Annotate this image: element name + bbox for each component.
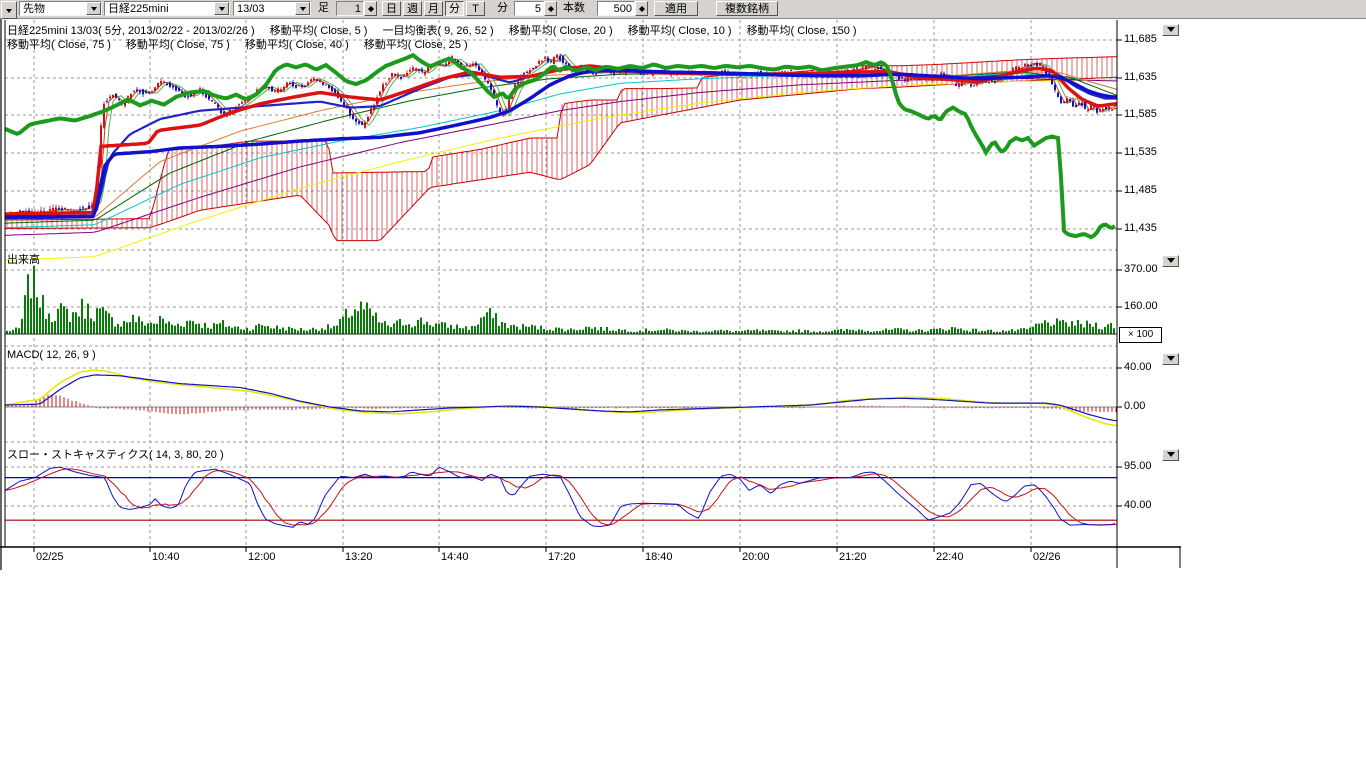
apply-button[interactable]: 適用 <box>654 1 698 16</box>
axis-tick-label: 370.00 <box>1124 263 1158 275</box>
macd-pane-label: MACD( 12, 26, 9 ) <box>7 349 96 361</box>
time-tick-label: 02/25 <box>36 551 64 563</box>
axis-tick-label: 11,635 <box>1124 71 1157 83</box>
axes-layer <box>0 18 1181 570</box>
time-tick-label: 18:40 <box>645 551 673 563</box>
overlay-index-line <box>5 55 1115 237</box>
spin-down-icon <box>368 9 374 15</box>
interval-field[interactable]: 5 <box>514 1 544 16</box>
period-button-月[interactable]: 月 <box>424 1 443 16</box>
legend-item: 移動平均( Close, 20 ) <box>509 22 613 38</box>
macd-pane <box>5 370 1117 425</box>
time-tick-label: 14:40 <box>441 551 469 563</box>
time-tick-label: 02/26 <box>1033 551 1061 563</box>
period-button-分[interactable]: 分 <box>445 1 464 16</box>
time-tick-label: 22:40 <box>936 551 964 563</box>
axis-tick-label: 40.00 <box>1124 499 1152 511</box>
combo-arrow-button[interactable] <box>86 2 101 15</box>
legend-item: 移動平均( Close, 10 ) <box>628 22 732 38</box>
time-tick-label: 17:20 <box>548 551 576 563</box>
axis-tick-label: 40.00 <box>1124 361 1152 373</box>
legend-item: 移動平均( Close, 150 ) <box>747 22 857 38</box>
interval-unit-label: 分 <box>497 1 508 16</box>
thin-ma-layer <box>5 54 1117 260</box>
combo-arrow-button[interactable] <box>214 2 229 15</box>
chevron-down-icon <box>91 7 97 14</box>
period-button-日[interactable]: 日 <box>382 1 401 16</box>
count-spinner[interactable] <box>635 1 648 16</box>
toolbar: 先物 日経225mini 13/03 足 1 日週月分T 分 5 本数 500 … <box>0 0 1366 19</box>
axis-tick-label: 160.00 <box>1124 300 1158 312</box>
chevron-down-icon <box>1167 356 1175 365</box>
macd-pane-menu-button[interactable] <box>1162 353 1179 365</box>
legend-item: 移動平均( Close, 75 ) <box>7 36 111 52</box>
bar-count-spinner[interactable] <box>364 1 377 16</box>
stoch-pane-menu-button[interactable] <box>1162 449 1179 461</box>
axis-tick-label: 11,485 <box>1124 184 1157 196</box>
period-button-T[interactable]: T <box>466 1 485 16</box>
multi-symbol-button[interactable]: 複数銘柄 <box>716 1 778 16</box>
legend-row-2: 移動平均( Close, 75 ) 移動平均( Close, 75 ) 移動平均( … <box>7 36 468 52</box>
chevron-down-icon <box>6 9 12 16</box>
main-pane-menu-button[interactable] <box>1162 24 1179 36</box>
time-tick-label: 21:20 <box>839 551 867 563</box>
legend-item: 移動平均( Close, 25 ) <box>364 36 468 52</box>
axis-tick-label: 95.00 <box>1124 460 1152 472</box>
contract-month-value: 13/03 <box>234 3 295 15</box>
time-tick-label: 10:40 <box>152 551 180 563</box>
category-value: 先物 <box>20 3 86 15</box>
symbol-combobox[interactable]: 日経225mini <box>104 1 230 16</box>
combo-arrow-button[interactable] <box>295 2 310 15</box>
contract-month-combobox[interactable]: 13/03 <box>233 1 311 16</box>
axis-tick-label: 11,535 <box>1124 146 1157 158</box>
volume-multiplier-box: × 100 <box>1119 327 1162 343</box>
chart-plot[interactable] <box>0 18 1190 578</box>
axis-tick-label: 11,685 <box>1124 33 1157 45</box>
volume-pane-label: 出来高 <box>7 251 40 267</box>
category-combobox[interactable]: 先物 <box>19 1 102 16</box>
stoch-k-line <box>5 467 1115 527</box>
period-button-週[interactable]: 週 <box>403 1 422 16</box>
volume-bars <box>5 266 1117 334</box>
spin-down-icon <box>639 9 645 15</box>
bar-count-field: 1 <box>336 1 364 16</box>
symbol-value: 日経225mini <box>105 3 214 15</box>
spin-down-icon <box>548 9 554 15</box>
chevron-down-icon <box>300 7 306 14</box>
chevron-down-icon <box>219 7 225 14</box>
chevron-down-icon <box>1167 452 1175 461</box>
chevron-down-icon <box>1167 27 1175 36</box>
interval-spinner[interactable] <box>544 1 557 16</box>
axis-tick-label: 11,585 <box>1124 108 1157 120</box>
chart-area: 日経225mini 13/03( 5分, 2013/02/22 - 2013/0… <box>0 18 1190 578</box>
count-field[interactable]: 500 <box>597 1 635 16</box>
time-tick-label: 20:00 <box>742 551 770 563</box>
axis-tick-label: 0.00 <box>1124 400 1145 412</box>
macd-signal-line <box>5 370 1117 425</box>
time-tick-label: 13:20 <box>345 551 373 563</box>
chevron-down-icon <box>1167 258 1175 267</box>
legend-item: 移動平均( Close, 40 ) <box>245 36 349 52</box>
dropdown-button[interactable] <box>1 1 17 19</box>
time-tick-label: 12:00 <box>248 551 276 563</box>
stochastics-pane <box>5 467 1117 527</box>
stoch-pane-label: スロー・ストキャスティクス( 14, 3, 80, 20 ) <box>7 446 224 462</box>
legend-item: 移動平均( Close, 75 ) <box>126 36 230 52</box>
axis-tick-label: 11,435 <box>1124 222 1157 234</box>
volume-pane-menu-button[interactable] <box>1162 255 1179 267</box>
count-label: 本数 <box>563 1 585 16</box>
bar-type-label: 足 <box>318 1 329 16</box>
